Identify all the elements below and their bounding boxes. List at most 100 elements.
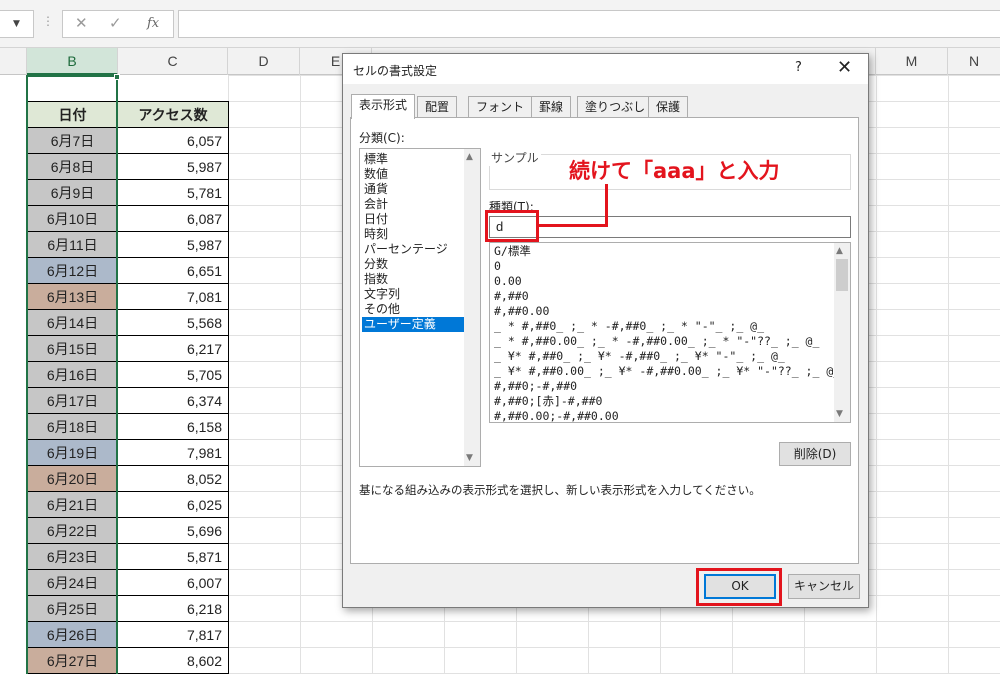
category-item[interactable]: 分数 <box>362 257 464 272</box>
delete-button[interactable]: 削除(D) <box>779 442 851 466</box>
name-box-dropdown[interactable]: ▼ <box>0 10 34 38</box>
date-cell[interactable]: 6月18日 <box>27 413 118 440</box>
date-cell[interactable]: 6月27日 <box>27 647 118 674</box>
category-item[interactable]: ユーザー定義 <box>362 317 464 332</box>
format-item[interactable]: _ * #,##0.00_ ;_ * -#,##0.00_ ;_ * "-"??… <box>494 334 819 349</box>
access-count-cell[interactable]: 6,025 <box>117 491 229 518</box>
access-count-cell[interactable]: 7,981 <box>117 439 229 466</box>
access-count-cell[interactable]: 7,081 <box>117 283 229 310</box>
column-header-b[interactable]: B <box>27 48 118 75</box>
category-item[interactable]: 文字列 <box>362 287 464 302</box>
formula-input[interactable] <box>178 10 1000 38</box>
access-count-cell[interactable]: 5,871 <box>117 543 229 570</box>
tab-font[interactable]: フォント <box>468 96 533 118</box>
date-cell[interactable]: 6月10日 <box>27 205 118 232</box>
tab-protection[interactable]: 保護 <box>648 96 689 118</box>
scroll-down-icon[interactable]: ▼ <box>466 453 473 463</box>
enter-check-icon[interactable]: ✓ <box>109 14 122 32</box>
tab-alignment[interactable]: 配置 <box>417 96 458 118</box>
format-item[interactable]: #,##0;[赤]-#,##0 <box>494 394 602 409</box>
tab-fill[interactable]: 塗りつぶし <box>577 96 654 118</box>
category-item[interactable]: パーセンテージ <box>362 242 464 257</box>
date-cell[interactable]: 6月25日 <box>27 595 118 622</box>
category-item[interactable]: 標準 <box>362 152 464 167</box>
date-cell[interactable]: 6月7日 <box>27 127 118 154</box>
format-item[interactable]: _ * #,##0_ ;_ * -#,##0_ ;_ * "-"_ ;_ @_ <box>494 319 764 334</box>
format-scrollbar[interactable]: ▲ ▼ <box>834 243 850 422</box>
dialog-titlebar[interactable]: セルの書式設定 ? ✕ <box>343 54 868 84</box>
cancel-entry-icon[interactable]: ✕ <box>75 14 88 32</box>
access-count-cell[interactable]: 5,696 <box>117 517 229 544</box>
category-item[interactable]: 時刻 <box>362 227 464 242</box>
category-scrollbar[interactable]: ▲ ▼ <box>464 149 480 466</box>
tab-number[interactable]: 表示形式 <box>351 94 416 119</box>
date-cell[interactable]: 6月22日 <box>27 517 118 544</box>
category-item[interactable]: 指数 <box>362 272 464 287</box>
format-item[interactable]: 0.00 <box>494 274 522 289</box>
date-cell[interactable]: 6月20日 <box>27 465 118 492</box>
header-access-count[interactable]: アクセス数 <box>117 101 229 128</box>
format-item[interactable]: 0 <box>494 259 501 274</box>
close-icon[interactable]: ✕ <box>837 57 852 78</box>
category-list[interactable]: 標準 数値 通貨 会計 日付 時刻 パーセンテージ 分数 指数 文字列 その他 ユーザー定義 ▲ ▼ <box>359 148 481 467</box>
insert-function-icon[interactable]: fx <box>147 16 159 31</box>
scroll-up-icon[interactable]: ▲ <box>466 152 473 162</box>
date-cell[interactable]: 6月23日 <box>27 543 118 570</box>
category-item[interactable]: 通貨 <box>362 182 464 197</box>
cancel-button[interactable]: キャンセル <box>788 574 860 599</box>
date-cell[interactable]: 6月19日 <box>27 439 118 466</box>
access-count-cell[interactable]: 6,087 <box>117 205 229 232</box>
access-count-cell[interactable]: 6,374 <box>117 387 229 414</box>
date-cell[interactable]: 6月15日 <box>27 335 118 362</box>
access-count-cell[interactable]: 7,817 <box>117 621 229 648</box>
access-count-cell[interactable]: 8,602 <box>117 647 229 674</box>
fill-handle[interactable] <box>114 74 120 80</box>
date-cell[interactable]: 6月17日 <box>27 387 118 414</box>
column-header-n[interactable]: N <box>948 48 1000 75</box>
format-item[interactable]: G/標準 <box>494 244 531 259</box>
access-count-cell[interactable]: 5,987 <box>117 153 229 180</box>
header-date[interactable]: 日付 <box>27 101 118 128</box>
category-item[interactable]: 数値 <box>362 167 464 182</box>
help-icon[interactable]: ? <box>795 60 802 75</box>
access-count-cell[interactable]: 5,705 <box>117 361 229 388</box>
date-cell[interactable]: 6月12日 <box>27 257 118 284</box>
format-item[interactable]: #,##0 <box>494 289 529 304</box>
access-count-cell[interactable]: 8,052 <box>117 465 229 492</box>
access-count-cell[interactable]: 5,781 <box>117 179 229 206</box>
row-header-corner[interactable] <box>0 48 27 75</box>
format-item[interactable]: #,##0.00;-#,##0.00 <box>494 409 619 422</box>
format-list[interactable]: G/標準 0 0.00 #,##0 #,##0.00 _ * #,##0_ ;_ * -#… <box>489 242 851 423</box>
type-input[interactable]: d <box>489 216 851 238</box>
access-count-cell[interactable]: 6,651 <box>117 257 229 284</box>
column-header-m[interactable]: M <box>876 48 948 75</box>
column-header-d[interactable]: D <box>228 48 300 75</box>
access-count-cell[interactable]: 6,007 <box>117 569 229 596</box>
format-item[interactable]: _ ¥* #,##0_ ;_ ¥* -#,##0_ ;_ ¥* "-"_ ;_ … <box>494 349 785 364</box>
date-cell[interactable]: 6月13日 <box>27 283 118 310</box>
date-cell[interactable]: 6月11日 <box>27 231 118 258</box>
scroll-up-icon[interactable]: ▲ <box>836 246 843 256</box>
format-item[interactable]: _ ¥* #,##0.00_ ;_ ¥* -#,##0.00_ ;_ ¥* "-… <box>494 364 840 379</box>
scroll-thumb[interactable] <box>836 259 848 291</box>
scroll-down-icon[interactable]: ▼ <box>836 409 843 419</box>
format-item[interactable]: #,##0.00 <box>494 304 549 319</box>
access-count-cell[interactable]: 5,987 <box>117 231 229 258</box>
date-cell[interactable]: 6月14日 <box>27 309 118 336</box>
access-count-cell[interactable]: 6,217 <box>117 335 229 362</box>
date-cell[interactable]: 6月21日 <box>27 491 118 518</box>
date-cell[interactable]: 6月24日 <box>27 569 118 596</box>
category-item[interactable]: 会計 <box>362 197 464 212</box>
tab-border[interactable]: 罫線 <box>531 96 572 118</box>
date-cell[interactable]: 6月8日 <box>27 153 118 180</box>
date-cell[interactable]: 6月16日 <box>27 361 118 388</box>
access-count-cell[interactable]: 6,057 <box>117 127 229 154</box>
category-item[interactable]: 日付 <box>362 212 464 227</box>
date-cell[interactable]: 6月26日 <box>27 621 118 648</box>
category-item[interactable]: その他 <box>362 302 464 317</box>
ok-button[interactable]: OK <box>704 574 776 599</box>
date-cell[interactable]: 6月9日 <box>27 179 118 206</box>
format-item[interactable]: #,##0;-#,##0 <box>494 379 577 394</box>
access-count-cell[interactable]: 6,218 <box>117 595 229 622</box>
column-header-c[interactable]: C <box>118 48 228 75</box>
